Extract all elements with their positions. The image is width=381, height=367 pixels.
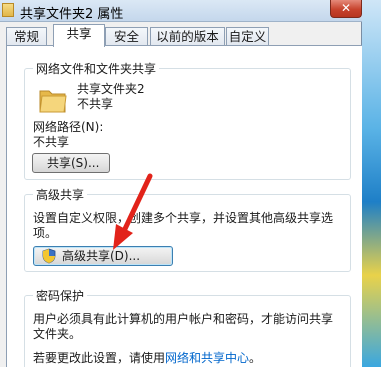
password-change-note: 若要更改此设置，请使用网络和共享中心。: [33, 349, 261, 366]
close-button[interactable]: ✕: [330, 0, 362, 18]
password-text-line2: 文件夹。: [33, 327, 82, 341]
desktop-background: [362, 0, 381, 367]
tab-general[interactable]: 常规: [6, 27, 47, 46]
advanced-description-line2: 项。: [33, 226, 58, 240]
tab-strip: 常规 共享 安全 以前的版本 自定义: [6, 24, 362, 47]
advanced-sharing-group: 高级共享 设置自定义权限，创建多个共享，并设置其他高级共享选 项。 高级共享(D…: [24, 186, 351, 272]
advanced-description-line1: 设置自定义权限，创建多个共享，并设置其他高级共享选: [33, 211, 334, 225]
password-protection-group: 密码保护 用户必须具有此计算机的用户帐户和密码，才能访问共享 文件夹。 若要更改…: [24, 287, 351, 367]
group-title: 高级共享: [33, 186, 88, 203]
sharing-panel: 网络文件和文件夹共享 共享文件夹2 不共享 网络路径(N): 不共享 共享(S)…: [6, 45, 362, 367]
share-status: 不共享: [77, 97, 114, 111]
change-suffix: 。: [249, 351, 262, 365]
network-path-value: 不共享: [33, 135, 70, 149]
change-prefix: 若要更改此设置，请使用: [33, 351, 166, 365]
tab-customize[interactable]: 自定义: [226, 27, 269, 46]
folder-icon: [2, 3, 14, 17]
folder-icon: [39, 90, 67, 113]
tab-security[interactable]: 安全: [105, 27, 148, 46]
network-sharing-center-link[interactable]: 网络和共享中心: [165, 351, 249, 365]
group-title: 网络文件和文件夹共享: [33, 60, 160, 77]
title-bar[interactable]: 共享文件夹2 属性 ✕: [0, 0, 362, 22]
share-button[interactable]: 共享(S)...: [32, 153, 110, 173]
tab-sharing[interactable]: 共享: [53, 24, 105, 47]
advanced-sharing-button-label: 高级共享(D)...: [62, 249, 141, 263]
tab-previous-versions[interactable]: 以前的版本: [150, 27, 225, 46]
properties-window: 共享文件夹2 属性 ✕ 常规 共享 安全 以前的版本 自定义 网络文件和文件夹共…: [0, 0, 362, 367]
advanced-sharing-button[interactable]: 高级共享(D)...: [33, 246, 173, 266]
window-title: 共享文件夹2 属性: [20, 7, 124, 22]
uac-shield-icon: [42, 248, 56, 264]
group-title: 密码保护: [33, 287, 88, 304]
network-sharing-group: 网络文件和文件夹共享 共享文件夹2 不共享 网络路径(N): 不共享 共享(S)…: [24, 60, 351, 180]
